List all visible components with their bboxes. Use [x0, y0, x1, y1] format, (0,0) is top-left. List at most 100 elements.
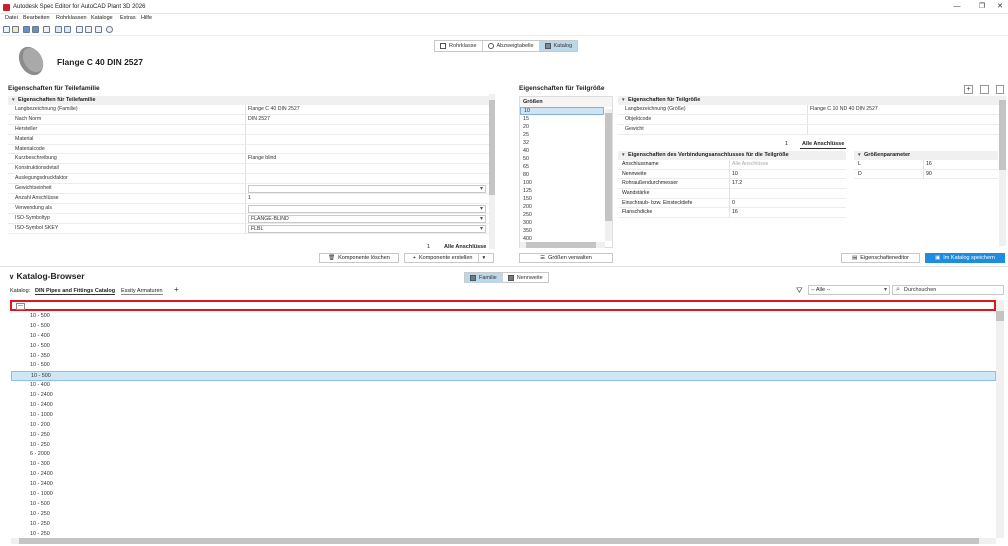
delete-component-button[interactable]: 🗑 Komponente löschen: [319, 253, 399, 263]
search-box[interactable]: ⌕ Durchsuchen: [892, 285, 1004, 295]
family-scroll-thumb[interactable]: [489, 100, 495, 195]
katalog-button[interactable]: Katalog: [539, 41, 578, 51]
catalog-row[interactable]: 10 - 2400: [11, 470, 996, 480]
menu-hilfe[interactable]: Hilfe: [141, 15, 152, 21]
size-list-item[interactable]: 32: [520, 139, 604, 147]
connection-value[interactable]: 16: [730, 208, 846, 217]
menu-rohrklassen[interactable]: Rohrklassen: [56, 15, 87, 21]
filter-icon[interactable]: ⛛: [796, 286, 803, 296]
size-list-item[interactable]: 50: [520, 155, 604, 163]
property-value[interactable]: DIN 2527: [246, 115, 489, 124]
connection-value[interactable]: [730, 189, 846, 198]
menu-datei[interactable]: Datei: [5, 15, 18, 21]
catalog-row[interactable]: 10 - 250: [11, 441, 996, 451]
property-value[interactable]: [808, 115, 999, 124]
catalog-row[interactable]: 10 - 2400: [11, 401, 996, 411]
menu-kataloge[interactable]: Kataloge: [91, 15, 113, 21]
sizes-hscrollbar[interactable]: [520, 242, 605, 248]
panel-divider[interactable]: [0, 266, 1008, 267]
connection-value[interactable]: 10: [730, 170, 846, 179]
property-value[interactable]: [246, 125, 489, 134]
tab-essity[interactable]: Essity Armaturen: [121, 288, 163, 295]
create-component-button[interactable]: + Komponente erstellen ▾: [404, 253, 494, 263]
catalog-hscroll-thumb[interactable]: [19, 538, 979, 544]
save-icon[interactable]: [23, 26, 30, 33]
menu-bearbeiten[interactable]: Bearbeiten: [23, 15, 50, 21]
row-header-icon[interactable]: —: [16, 303, 25, 310]
property-value[interactable]: [246, 135, 489, 144]
nominal-view-button[interactable]: Nennweite: [503, 273, 548, 283]
catalog-scroll-thumb[interactable]: [996, 311, 1004, 321]
property-dropdown[interactable]: FLANGE-BLIND: [248, 214, 486, 223]
property-value-text[interactable]: Flange blind: [248, 154, 489, 163]
property-value[interactable]: FLANGE-BLIND: [246, 214, 489, 223]
add-size-icon[interactable]: +: [964, 85, 973, 94]
catalog-row[interactable]: 10 - 500: [11, 371, 996, 382]
family-view-button[interactable]: Familie: [465, 273, 503, 283]
copy-size-icon[interactable]: [980, 85, 989, 94]
search-placeholder[interactable]: Durchsuchen: [904, 287, 936, 293]
family-all-connections[interactable]: Alle Anschlüsse: [444, 244, 486, 250]
size-list-item[interactable]: 125: [520, 187, 604, 195]
params-group-header[interactable]: ▾ Größenparameter: [854, 151, 998, 160]
property-value-text[interactable]: Flange C 40 DIN 2527: [248, 105, 489, 114]
chevron-down-icon[interactable]: ▾: [478, 254, 485, 262]
catalog-row[interactable]: 10 - 300: [11, 460, 996, 470]
catalog-row[interactable]: 10 - 350: [11, 352, 996, 362]
connection-value[interactable]: Alle Anschlüsse: [730, 160, 846, 169]
connection-value[interactable]: 17.2: [730, 179, 846, 188]
catalog-row[interactable]: 10 - 500: [11, 312, 996, 322]
catalog-row[interactable]: 10 - 250: [11, 431, 996, 441]
property-value[interactable]: [246, 145, 489, 154]
catalog-row[interactable]: 10 - 200: [11, 421, 996, 431]
catalog-scrollbar[interactable]: [996, 300, 1004, 538]
new-icon[interactable]: [3, 26, 10, 33]
sizes-scroll-thumb[interactable]: [605, 113, 612, 221]
size-list-item[interactable]: 25: [520, 131, 604, 139]
property-editor-button[interactable]: ▤ Eigenschafteneditor: [841, 253, 920, 263]
catalog-row[interactable]: 10 - 2400: [11, 480, 996, 490]
catalog-row[interactable]: 10 - 250: [11, 510, 996, 520]
catalog-hscrollbar[interactable]: [11, 538, 996, 544]
abzweigtabelle-button[interactable]: Abzweigtabelle: [483, 41, 540, 51]
catalog-row[interactable]: 10 - 500: [11, 500, 996, 510]
maximize-button[interactable]: ❐: [974, 2, 990, 12]
size-list-item[interactable]: 20: [520, 123, 604, 131]
property-value[interactable]: Flange blind: [246, 154, 489, 163]
size-list-item[interactable]: 65: [520, 163, 604, 171]
size-scrollbar[interactable]: [999, 96, 1006, 246]
sizes-scrollbar[interactable]: [605, 109, 612, 241]
property-dropdown[interactable]: [248, 204, 486, 213]
size-list-item[interactable]: 40: [520, 147, 604, 155]
catalog-row[interactable]: 10 - 250: [11, 530, 996, 538]
filter-dropdown[interactable]: -- Alle --: [808, 285, 890, 295]
catalog-row[interactable]: 10 - 400: [11, 381, 996, 391]
cut-icon[interactable]: [76, 26, 83, 33]
param-value[interactable]: 90: [924, 170, 998, 179]
catalog-row[interactable]: 6 - 2000: [11, 450, 996, 460]
save-to-catalog-button[interactable]: ▣ Im Katalog speichern: [925, 253, 1005, 263]
catalog-row[interactable]: 10 - 1000: [11, 411, 996, 421]
property-value[interactable]: [808, 125, 999, 134]
size-list-item[interactable]: 250: [520, 211, 604, 219]
catalog-row[interactable]: 10 - 2400: [11, 391, 996, 401]
size-list-item[interactable]: 100: [520, 179, 604, 187]
catalog-filter-row[interactable]: —: [10, 300, 996, 311]
catalog-browser-header[interactable]: ∨ Katalog-Browser: [9, 271, 85, 281]
save-all-icon[interactable]: [32, 26, 39, 33]
property-value[interactable]: 1: [246, 194, 489, 203]
copy-icon[interactable]: [85, 26, 92, 33]
conn-group-header[interactable]: ▾ Eigenschaften des Verbindungsanschlusse…: [618, 151, 846, 160]
property-value[interactable]: [246, 184, 489, 194]
close-button[interactable]: ✕: [992, 2, 1008, 12]
size-list-item[interactable]: 300: [520, 219, 604, 227]
property-dropdown[interactable]: [248, 185, 486, 194]
minimize-button[interactable]: —: [949, 2, 965, 12]
size-list-item[interactable]: 350: [520, 227, 604, 235]
size-scroll-thumb[interactable]: [999, 100, 1006, 170]
param-value[interactable]: 16: [924, 160, 998, 169]
size-list-item[interactable]: 80: [520, 171, 604, 179]
catalog-row[interactable]: 10 - 250: [11, 520, 996, 530]
open-icon[interactable]: [12, 26, 19, 33]
rohrklasse-button[interactable]: Rohrklasse: [435, 41, 483, 51]
